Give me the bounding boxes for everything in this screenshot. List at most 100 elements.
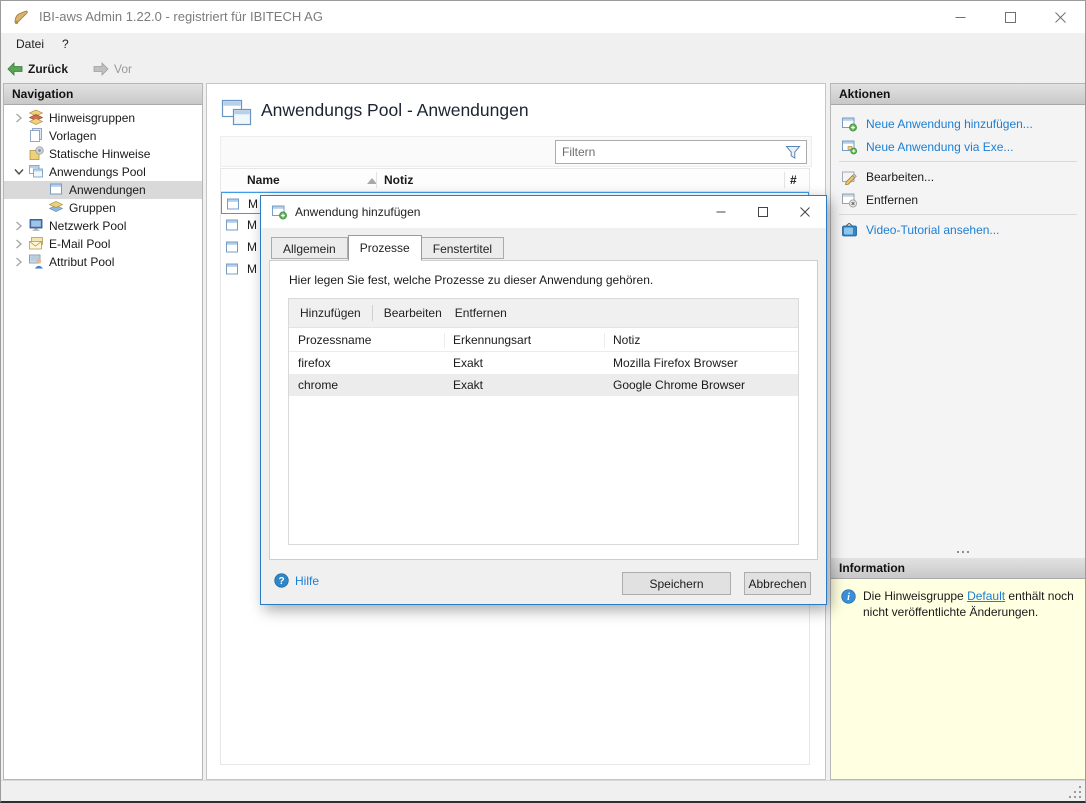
sidebar-item-vorlagen[interactable]: Vorlagen [4,127,202,145]
column-header-erkennungsart[interactable]: Erkennungsart [453,333,531,347]
column-divider[interactable] [376,172,377,188]
sidebar-item-gruppen[interactable]: Gruppen [4,199,202,217]
minimize-button[interactable] [935,1,985,33]
forward-button[interactable]: Vor [93,56,132,81]
process-note: Google Chrome Browser [613,378,745,392]
sidebar-label: Gruppen [69,201,116,215]
action-edit[interactable]: Bearbeiten... [831,165,1085,188]
process-name: firefox [298,356,331,370]
column-divider[interactable] [784,172,785,188]
column-divider[interactable] [604,333,605,348]
column-header-prozessname[interactable]: Prozessname [298,333,371,347]
dialog-maximize-button[interactable] [742,196,784,228]
actions-header: Aktionen [831,84,1085,105]
action-label: Video-Tutorial ansehen... [866,223,999,237]
sidebar-label: Hinweisgruppen [49,111,135,125]
menu-help[interactable]: ? [56,33,75,56]
email-pool-icon [28,235,44,254]
sidebar-label: Anwendungs Pool [49,165,146,179]
dialog-close-button[interactable] [784,196,826,228]
row-name: M [248,197,258,211]
column-divider[interactable] [444,333,445,348]
svg-text:?: ? [278,576,284,587]
column-header-notiz[interactable]: Notiz [613,333,640,347]
chevron-right-icon [15,221,23,231]
dialog-footer: ? Hilfe Speichern Abbrechen [261,560,826,604]
process-row-chrome[interactable]: chrome Exakt Google Chrome Browser [289,374,798,396]
dialog-tabs: Allgemein Prozesse Fenstertitel [271,235,504,259]
actions-divider [839,161,1077,162]
save-button[interactable]: Speichern [622,572,731,595]
tab-allgemein[interactable]: Allgemein [271,237,348,259]
actions-divider [839,214,1077,215]
edit-pencil-icon [841,169,858,185]
sidebar-item-anwendungen[interactable]: Anwendungen [4,181,202,199]
navigation-header: Navigation [4,84,202,105]
status-bar [1,780,1085,802]
new-application-exe-icon [841,139,858,155]
column-header-notiz[interactable]: Notiz [384,173,413,187]
video-tutorial-tv-icon [841,222,858,238]
sidebar-item-hinweisgruppen[interactable]: Hinweisgruppen [4,109,202,127]
information-message: Die Hinweisgruppe Default enthält noch n… [863,588,1075,620]
network-pool-icon [28,217,44,236]
action-new-application-via-exe[interactable]: Neue Anwendung via Exe... [831,135,1085,158]
process-name: chrome [298,378,338,392]
application-pool-title-icon [221,98,253,131]
attribute-pool-icon [28,253,44,272]
sidebar-item-anwendungs-pool[interactable]: Anwendungs Pool [4,163,202,181]
column-header-name[interactable]: Name [247,173,280,187]
tab-prozesse[interactable]: Prozesse [348,235,422,261]
resize-grip-icon[interactable] [1079,796,1081,798]
process-remove-button[interactable]: Entfernen [453,306,518,320]
application-window-icon [225,196,241,215]
back-button[interactable]: Zurück [7,56,68,81]
sidebar-label: Vorlagen [49,129,96,143]
forward-label: Vor [114,62,132,76]
action-label: Neue Anwendung hinzufügen... [866,117,1033,131]
action-remove[interactable]: Entfernen [831,188,1085,211]
help-icon: ? [274,573,289,588]
maximize-button[interactable] [985,1,1035,33]
panel-splitter[interactable] [831,545,1085,558]
back-label: Zurück [28,62,68,76]
process-toolbar: Hinzufügen Bearbeiten Entfernen [289,299,798,328]
right-sidebar: Aktionen Neue Anwendung hinzufügen... [830,83,1086,780]
filter-field [555,140,807,164]
cancel-button[interactable]: Abbrechen [744,572,811,595]
navigation-toolbar: Zurück Vor [1,56,1085,81]
action-new-application[interactable]: Neue Anwendung hinzufügen... [831,112,1085,135]
process-edit-button[interactable]: Bearbeiten [373,306,453,320]
sidebar-item-netzwerk-pool[interactable]: Netzwerk Pool [4,217,202,235]
maximize-icon [1005,12,1016,23]
application-window: IBI-aws Admin 1.22.0 - registriert für I… [0,0,1086,803]
page-title: Anwendungs Pool - Anwendungen [261,100,529,121]
process-detection: Exakt [453,356,483,370]
menu-datei[interactable]: Datei [10,33,50,56]
dialog-minimize-button[interactable] [700,196,742,228]
process-table-container: Hinzufügen Bearbeiten Entfernen Prozessn… [288,298,799,545]
filter-funnel-icon[interactable] [785,145,801,163]
navigation-panel: Navigation Hinweisgruppen [3,83,203,780]
sidebar-item-statische-hinweise[interactable]: Statische Hinweise [4,145,202,163]
process-row-firefox[interactable]: firefox Exakt Mozilla Firefox Browser [289,352,798,374]
processes-description: Hier legen Sie fest, welche Prozesse zu … [289,273,653,287]
new-application-icon [841,116,858,132]
default-group-link[interactable]: Default [967,589,1005,603]
filter-input[interactable] [562,142,772,162]
process-add-button[interactable]: Hinzufügen [289,306,372,320]
back-arrow-icon [7,62,23,76]
page-title-row: Anwendungs Pool - Anwendungen [207,84,825,136]
dialog-title: Anwendung hinzufügen [295,196,420,228]
close-button[interactable] [1035,1,1085,33]
column-header-count[interactable]: # [790,173,797,187]
sidebar-item-attribut-pool[interactable]: Attribut Pool [4,253,202,271]
dialog-tab-content: Hier legen Sie fest, welche Prozesse zu … [269,260,818,560]
sidebar-item-email-pool[interactable]: E-Mail Pool [4,235,202,253]
chevron-down-icon [14,168,24,176]
tab-fenstertitel[interactable]: Fenstertitel [422,237,504,259]
action-label: Neue Anwendung via Exe... [866,140,1013,154]
help-link[interactable]: ? Hilfe [274,573,319,588]
action-video-tutorial[interactable]: Video-Tutorial ansehen... [831,218,1085,241]
splitter-handle-icon [957,551,959,553]
